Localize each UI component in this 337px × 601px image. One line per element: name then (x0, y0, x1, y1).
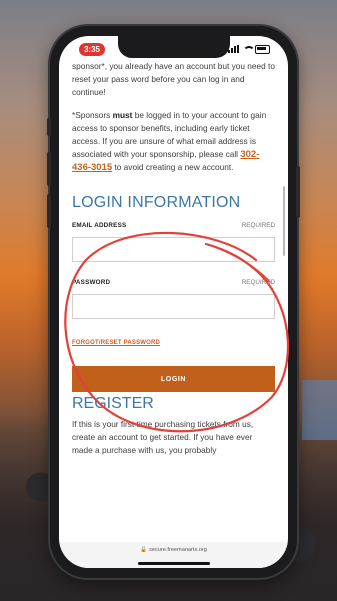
intro-text: sponsor*, you already have an account bu… (72, 61, 275, 97)
page-scrollbar[interactable] (283, 186, 285, 256)
register-section-title: REGISTER (72, 395, 154, 412)
password-field[interactable] (72, 294, 275, 319)
login-button[interactable]: LOGIN (72, 366, 275, 392)
page-content: sponsor*, you already have an account bu… (59, 60, 288, 542)
register-text: If this is your first time purchasing ti… (72, 419, 254, 455)
phone-screen: 3:35 sponsor*, you already have an accou… (59, 36, 288, 568)
battery-icon (255, 44, 270, 54)
password-label: PASSWORD (72, 279, 111, 286)
wifi-icon (242, 45, 255, 53)
browser-url-bar[interactable]: 🔒 secure.freemanarts.org (59, 542, 288, 568)
camera-notch (117, 36, 230, 58)
volume-up-button (47, 152, 51, 186)
email-label: EMAIL ADDRESS (72, 222, 127, 229)
login-section-title: LOGIN INFORMATION (72, 194, 241, 211)
phone-frame: 3:35 sponsor*, you already have an accou… (47, 26, 300, 578)
background-stage-light (302, 380, 337, 440)
email-label-row: EMAIL ADDRESS REQUIRED (72, 219, 275, 232)
signal-icon (228, 45, 239, 53)
volume-down-button (47, 194, 51, 228)
power-button (296, 166, 300, 218)
password-label-row: PASSWORD REQUIRED (72, 276, 275, 289)
password-required-tag: REQUIRED (241, 279, 275, 286)
forgot-password-link[interactable]: FORGOT/RESET PASSWORD (72, 337, 275, 350)
sponsor-notice: *Sponsors must be logged in to your acco… (72, 110, 267, 173)
status-icons (228, 44, 270, 54)
email-field[interactable] (72, 237, 275, 262)
status-time: 3:35 (79, 43, 105, 56)
lock-icon: 🔒 (140, 547, 148, 553)
home-indicator[interactable] (137, 562, 210, 565)
mute-switch (47, 118, 51, 136)
url-text: secure.freemanarts.org (149, 547, 207, 553)
email-required-tag: REQUIRED (241, 222, 275, 229)
notice-emphasis: must (112, 110, 133, 120)
